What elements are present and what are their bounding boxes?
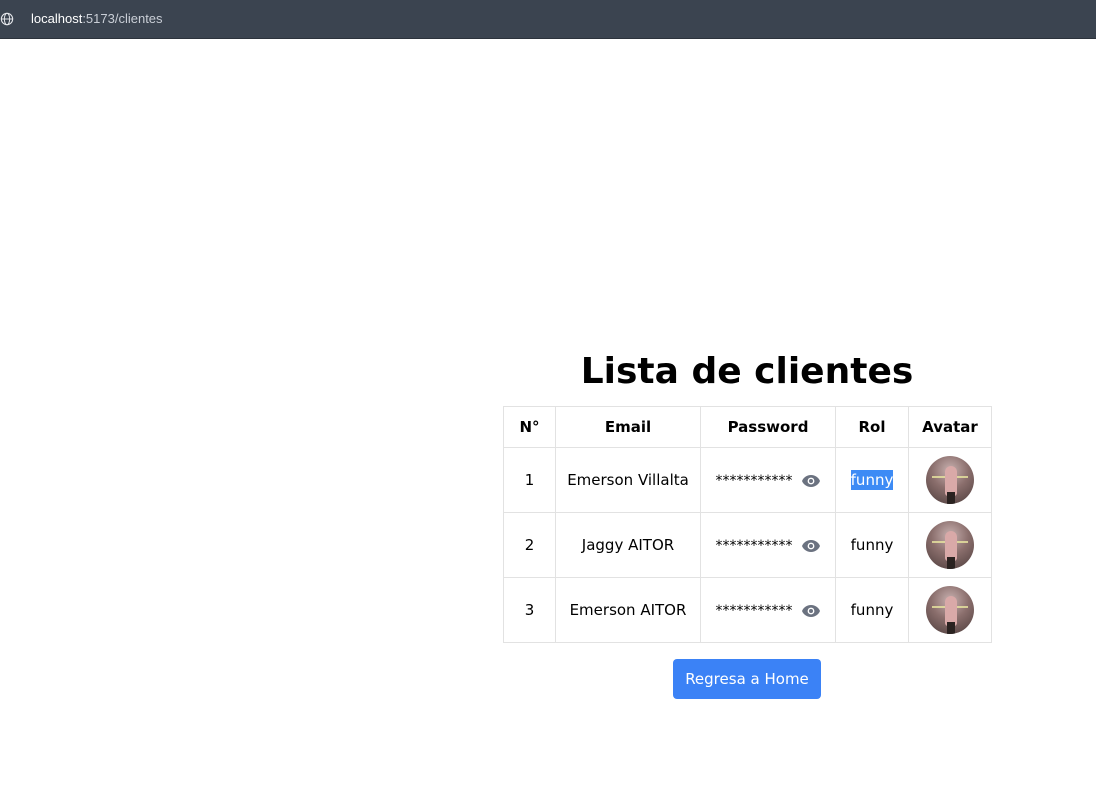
url-path: :5173/clientes [82, 11, 163, 26]
table-row: 3 Emerson AITOR *********** funny [503, 577, 992, 643]
home-button[interactable]: Regresa a Home [673, 659, 821, 699]
page-title: Lista de clientes [580, 351, 914, 392]
password-mask: *********** [715, 538, 793, 554]
eye-icon[interactable] [801, 474, 821, 488]
avatar [926, 586, 974, 634]
row-rol: funny [835, 447, 909, 513]
row-password: *********** [700, 447, 836, 513]
avatar-figure-legs [947, 492, 955, 504]
row-email: Emerson Villalta [555, 447, 701, 513]
row-email: Emerson AITOR [555, 577, 701, 643]
header-password: Password [700, 406, 836, 448]
rol-text: funny [850, 470, 894, 490]
eye-icon[interactable] [801, 604, 821, 618]
header-avatar: Avatar [908, 406, 992, 448]
row-rol: funny [835, 577, 909, 643]
globe-icon [0, 12, 14, 26]
row-password: *********** [700, 512, 836, 578]
avatar [926, 456, 974, 504]
table-row: 2 Jaggy AITOR *********** funny [503, 512, 992, 578]
url-host: localhost [31, 11, 83, 26]
rol-text: funny [850, 536, 894, 554]
header-rol: Rol [835, 406, 909, 448]
clients-table: N° Email Password Rol Avatar 1 Emerson Vi… [503, 406, 992, 643]
header-email: Email [555, 406, 701, 448]
row-number: 3 [503, 577, 556, 643]
header-number: N° [503, 406, 556, 448]
eye-icon[interactable] [801, 539, 821, 553]
rol-text: funny [850, 601, 894, 619]
url-field[interactable]: localhost:5173/clientes [31, 11, 163, 27]
row-avatar [908, 512, 992, 578]
avatar-figure-legs [947, 557, 955, 569]
table-row: 1 Emerson Villalta *********** funny [503, 447, 992, 513]
row-number: 2 [503, 512, 556, 578]
browser-address-bar: localhost:5173/clientes [0, 0, 1096, 39]
row-avatar [908, 447, 992, 513]
row-email: Jaggy AITOR [555, 512, 701, 578]
avatar-figure-legs [947, 622, 955, 634]
row-avatar [908, 577, 992, 643]
avatar [926, 521, 974, 569]
row-password: *********** [700, 577, 836, 643]
row-number: 1 [503, 447, 556, 513]
password-mask: *********** [715, 473, 793, 489]
row-rol: funny [835, 512, 909, 578]
password-mask: *********** [715, 603, 793, 619]
table-header-row: N° Email Password Rol Avatar [503, 406, 992, 448]
